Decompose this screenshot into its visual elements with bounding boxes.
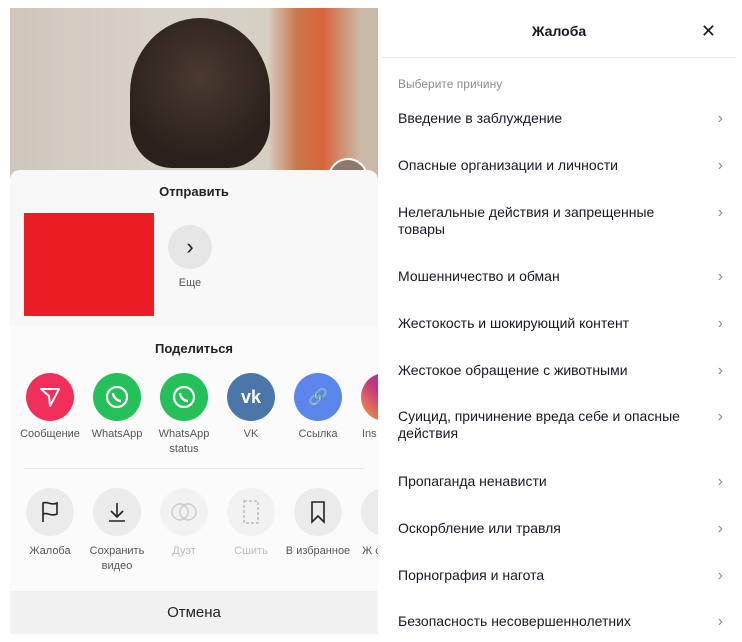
share-label: WhatsApp status xyxy=(158,428,210,455)
link-icon: 🔗 xyxy=(294,373,342,421)
reason-label: Жестокое обращение с животными xyxy=(398,362,628,378)
chevron-right-icon: › xyxy=(717,110,723,127)
share-label: WhatsApp xyxy=(91,428,143,440)
chevron-right-icon: › xyxy=(717,268,723,285)
reason-label: Безопасность несовершеннолетних xyxy=(398,613,631,629)
flag-icon xyxy=(26,488,74,536)
divider xyxy=(24,468,364,469)
report-reason-item[interactable]: Жестокость и шокирующий контент › xyxy=(398,315,723,332)
reason-label: Мошенничество и обман xyxy=(398,268,560,284)
download-icon xyxy=(93,488,141,536)
duet-icon xyxy=(160,488,208,536)
person-image xyxy=(130,18,270,168)
more-label: Еще xyxy=(178,277,202,289)
chevron-right-icon: › xyxy=(717,204,723,221)
stitch-icon xyxy=(227,488,275,536)
reason-label: Жестокость и шокирующий контент xyxy=(398,315,630,331)
share-screen: Отправить › Еще Поделиться Сообщение Wha… xyxy=(10,8,378,634)
chevron-right-icon: › xyxy=(186,234,194,259)
reason-label: Опасные организации и личности xyxy=(398,157,618,173)
reason-label: Порнография и нагота xyxy=(398,567,545,583)
redacted-contact[interactable] xyxy=(24,213,154,316)
instagram-icon xyxy=(361,373,378,421)
reason-label: Нелегальные действия и запрещенные товар… xyxy=(398,204,655,237)
share-label: Ins xyxy=(362,428,377,440)
share-sheet: Отправить › Еще Поделиться Сообщение Wha… xyxy=(10,170,378,634)
report-subtitle: Выберите причину xyxy=(398,77,503,91)
action-label: Жалоба xyxy=(29,545,71,557)
report-reason-item[interactable]: Нелегальные действия и запрещенные товар… xyxy=(398,204,723,238)
report-reason-item[interactable]: Порнография и нагота › xyxy=(398,567,723,584)
reason-label: Оскорбление или травля xyxy=(398,520,561,536)
report-reason-item[interactable]: Опасные организации и личности › xyxy=(398,157,723,174)
chevron-right-icon: › xyxy=(717,613,723,630)
action-label: Сшить xyxy=(234,545,268,557)
share-section: Поделиться Сообщение WhatsApp WhatsApp s… xyxy=(10,326,378,591)
close-icon[interactable]: ✕ xyxy=(701,21,716,42)
whatsapp-icon xyxy=(93,373,141,421)
chevron-right-icon: › xyxy=(717,408,723,425)
share-title: Поделиться xyxy=(154,341,234,356)
vk-icon: vk xyxy=(227,373,275,421)
chevron-right-icon: › xyxy=(717,157,723,174)
whatsapp-icon xyxy=(160,373,208,421)
share-label: Ссылка xyxy=(298,428,338,440)
report-reason-item[interactable]: Жестокое обращение с животными › xyxy=(398,362,723,379)
share-label: Сообщение xyxy=(20,428,80,440)
share-label: VK xyxy=(243,428,259,440)
divider xyxy=(382,57,736,58)
send-icon xyxy=(26,373,74,421)
action-label: Ж с xyxy=(362,545,378,557)
video-frame xyxy=(10,8,378,178)
cancel-button[interactable]: Отмена xyxy=(10,591,378,634)
chevron-right-icon: › xyxy=(717,362,723,379)
chevron-right-icon: › xyxy=(717,520,723,537)
action-label: В избранное xyxy=(285,545,351,557)
chevron-right-icon: › xyxy=(717,315,723,332)
reason-label: Введение в заблуждение xyxy=(398,110,563,126)
send-title: Отправить xyxy=(159,184,229,199)
report-reason-item[interactable]: Мошенничество и обман › xyxy=(398,268,723,285)
report-title: Жалоба xyxy=(531,23,587,39)
bookmark-icon xyxy=(294,488,342,536)
report-reason-item[interactable]: Оскорбление или травля › xyxy=(398,520,723,537)
chevron-right-icon: › xyxy=(717,473,723,490)
more-button[interactable]: › xyxy=(168,225,212,269)
report-reason-item[interactable]: Введение в заблуждение › xyxy=(398,110,723,127)
report-panel: Жалоба ✕ Выберите причину Введение в заб… xyxy=(382,8,736,638)
chevron-right-icon: › xyxy=(717,567,723,584)
report-reason-item[interactable]: Суицид, причинение вреда себе и опасные … xyxy=(398,408,723,442)
action-label: Сохранить видео xyxy=(89,545,145,572)
reason-label: Пропаганда ненависти xyxy=(398,473,547,489)
more-icon xyxy=(361,488,378,536)
reason-label: Суицид, причинение вреда себе и опасные … xyxy=(398,408,680,441)
action-label: Дуэт xyxy=(172,545,196,557)
report-reason-item[interactable]: Пропаганда ненависти › xyxy=(398,473,723,490)
report-reason-item[interactable]: Безопасность несовершеннолетних › xyxy=(398,613,723,630)
